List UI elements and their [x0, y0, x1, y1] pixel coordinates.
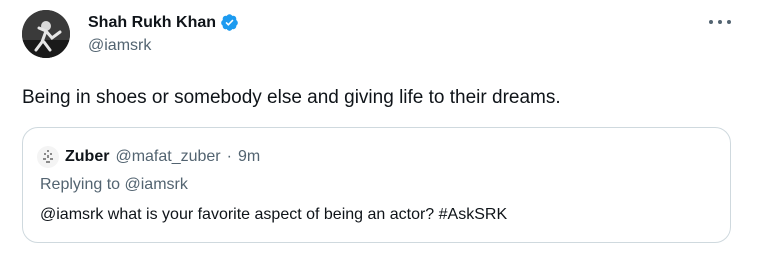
quoted-timestamp[interactable]: 9m — [238, 148, 260, 166]
tweet-card: Shah Rukh Khan @iamsrk Being in shoes or… — [0, 0, 763, 254]
author-block: Shah Rukh Khan @iamsrk — [88, 12, 239, 56]
more-dot — [718, 20, 722, 24]
author-avatar[interactable] — [22, 10, 70, 58]
verified-badge-icon[interactable] — [220, 13, 239, 32]
quoted-replying-to[interactable]: Replying to @iamsrk — [40, 176, 188, 194]
quoted-tweet-header: Zuber @mafat_zuber · 9m — [37, 146, 260, 168]
more-dot — [727, 20, 731, 24]
author-name-row: Shah Rukh Khan — [88, 12, 239, 33]
quoted-author-name[interactable]: Zuber — [65, 148, 109, 166]
quoted-author-handle[interactable]: @mafat_zuber — [115, 148, 220, 166]
quoted-tweet-text: @iamsrk what is your favorite aspect of … — [40, 206, 508, 223]
tweet-text: Being in shoes or somebody else and givi… — [22, 87, 561, 108]
author-display-name[interactable]: Shah Rukh Khan — [88, 13, 216, 33]
author-handle[interactable]: @iamsrk — [88, 36, 239, 56]
quoted-author-avatar[interactable] — [37, 146, 59, 168]
quoted-tweet[interactable]: Zuber @mafat_zuber · 9m Replying to @iam… — [22, 127, 731, 243]
more-options-icon[interactable] — [709, 14, 731, 30]
quoted-separator: · — [226, 148, 232, 165]
more-dot — [709, 20, 713, 24]
